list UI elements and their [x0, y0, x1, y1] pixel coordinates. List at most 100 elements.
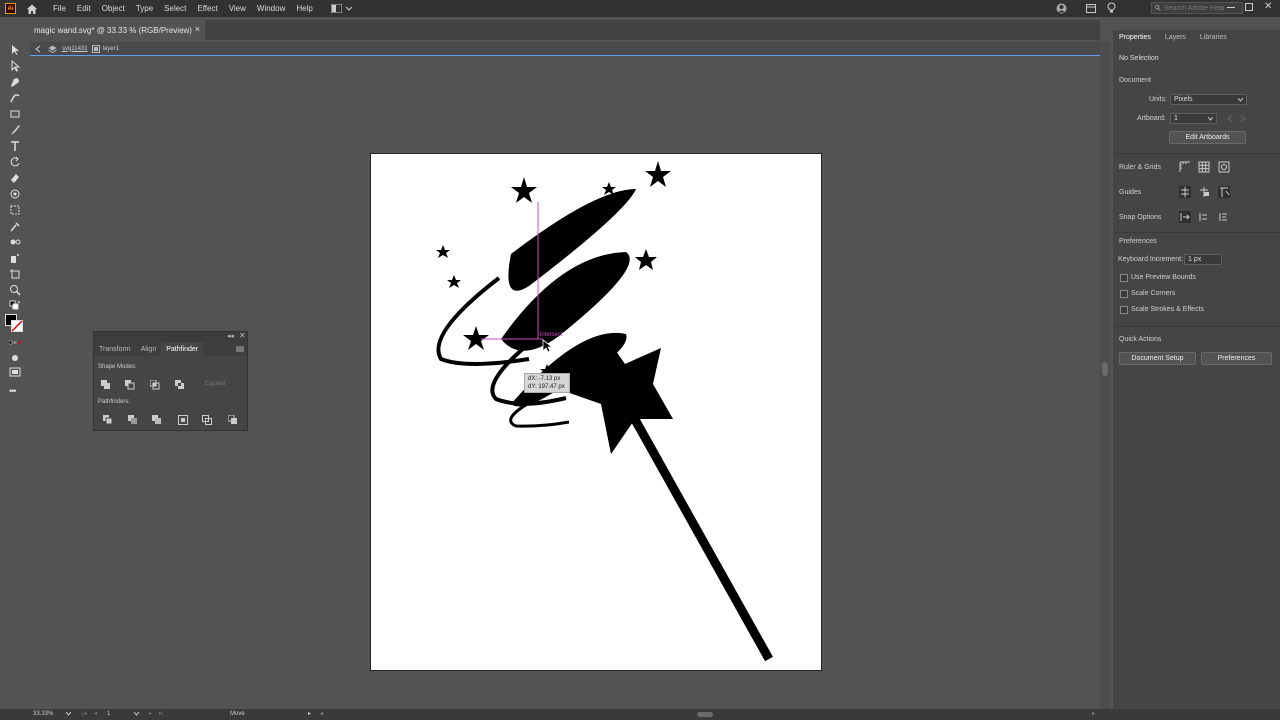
- maximize-button[interactable]: [1245, 3, 1253, 11]
- drawing-modes-icon[interactable]: [9, 352, 21, 364]
- zoom-tool-icon[interactable]: [9, 284, 21, 296]
- exclude-icon[interactable]: [175, 380, 185, 390]
- warp-tool-icon[interactable]: [9, 188, 21, 200]
- eyedropper-tool-icon[interactable]: [9, 220, 21, 232]
- transparency-grid-icon[interactable]: [1218, 161, 1230, 173]
- previous-artboard-icon[interactable]: [1227, 115, 1233, 122]
- rotate-tool-icon[interactable]: [9, 156, 21, 168]
- screen-mode-icon[interactable]: [9, 366, 21, 378]
- free-transform-tool-icon[interactable]: [9, 204, 21, 216]
- grid-icon[interactable]: [1198, 161, 1210, 173]
- search-field[interactable]: [1151, 2, 1243, 14]
- show-guides-icon[interactable]: [1179, 186, 1191, 198]
- edit-artboards-button[interactable]: Edit Artboards: [1169, 131, 1246, 144]
- user-account-icon[interactable]: [1056, 3, 1067, 14]
- scale-corners-checkbox[interactable]: [1120, 290, 1128, 298]
- outline-icon[interactable]: [202, 415, 212, 425]
- tab-layers[interactable]: Layers: [1165, 34, 1186, 41]
- tab-libraries[interactable]: Libraries: [1200, 34, 1227, 41]
- lightbulb-icon[interactable]: [1107, 2, 1116, 14]
- first-artboard-icon[interactable]: |◂: [82, 710, 87, 717]
- back-arrow-icon[interactable]: [34, 45, 42, 53]
- curvature-tool-icon[interactable]: [9, 92, 21, 104]
- scroll-right-icon[interactable]: ▸: [1092, 710, 1095, 717]
- trim-icon[interactable]: [128, 415, 138, 425]
- arrange-documents-icon[interactable]: [1086, 4, 1096, 13]
- prev-artboard-icon[interactable]: ◂: [94, 710, 97, 717]
- menu-window[interactable]: Window: [257, 4, 285, 13]
- close-tab-button[interactable]: ×: [195, 24, 200, 34]
- close-window-button[interactable]: ✕: [1264, 1, 1272, 12]
- rulers-icon[interactable]: [1179, 161, 1191, 173]
- merge-icon[interactable]: [152, 415, 162, 425]
- divide-icon[interactable]: [103, 415, 113, 425]
- snap-to-glyph-icon[interactable]: [1218, 211, 1230, 223]
- minus-front-icon[interactable]: [125, 380, 135, 390]
- menu-file[interactable]: File: [53, 4, 66, 13]
- rectangle-tool-icon[interactable]: [9, 108, 21, 120]
- selection-tool-icon[interactable]: [9, 44, 21, 56]
- snap-to-pixel-icon[interactable]: [1198, 211, 1210, 223]
- chevron-down-icon[interactable]: [66, 712, 71, 716]
- stroke-none-swatch[interactable]: [11, 320, 23, 332]
- minus-back-icon[interactable]: [228, 415, 238, 425]
- tab-transform[interactable]: Transform: [94, 346, 136, 353]
- artboard-select[interactable]: 1: [1170, 113, 1217, 124]
- keyboard-increment-field[interactable]: 1 px: [1184, 254, 1222, 265]
- type-tool-icon[interactable]: [9, 140, 21, 152]
- use-preview-bounds-checkbox[interactable]: [1120, 274, 1128, 282]
- minimize-button[interactable]: [1227, 7, 1235, 8]
- menu-object[interactable]: Object: [102, 4, 125, 13]
- last-artboard-icon[interactable]: ▸|: [159, 710, 164, 717]
- units-select[interactable]: Pixels: [1170, 94, 1247, 105]
- tab-align[interactable]: Align: [136, 346, 162, 353]
- isolation-layer-item[interactable]: layer1: [103, 46, 119, 52]
- artboard-number[interactable]: 1: [107, 711, 110, 717]
- artboard-tool-icon[interactable]: [9, 268, 21, 280]
- intersect-icon[interactable]: [150, 380, 160, 390]
- color-mode-icons[interactable]: [9, 338, 21, 350]
- menu-type[interactable]: Type: [136, 4, 153, 13]
- document-tab[interactable]: magic wand.svg* @ 33.33 % (RGB/Preview) …: [30, 20, 205, 40]
- panel-menu-icon[interactable]: [236, 346, 244, 352]
- next-artboard-icon[interactable]: [1240, 115, 1246, 122]
- symbol-sprayer-tool-icon[interactable]: [9, 252, 21, 264]
- zoom-level[interactable]: 33.33%: [33, 711, 53, 717]
- menu-effect[interactable]: Effect: [197, 4, 217, 13]
- next-artboard-icon[interactable]: ▸: [149, 710, 152, 717]
- workspace-switcher[interactable]: [330, 4, 353, 14]
- home-icon[interactable]: [26, 3, 38, 15]
- crop-icon[interactable]: [178, 415, 188, 425]
- tab-pathfinder[interactable]: Pathfinder: [161, 342, 204, 356]
- menu-select[interactable]: Select: [164, 4, 186, 13]
- horizontal-scroll-thumb[interactable]: [697, 712, 713, 717]
- menu-help[interactable]: Help: [296, 4, 312, 13]
- vertical-scroll-thumb[interactable]: [1102, 362, 1108, 376]
- expand-button[interactable]: Expand: [205, 381, 225, 387]
- close-panel-button[interactable]: ✕: [239, 331, 246, 340]
- collapse-panel-icon[interactable]: ◂◂: [227, 332, 234, 340]
- blend-tool-icon[interactable]: [9, 236, 21, 248]
- default-colors-icon[interactable]: [9, 300, 21, 312]
- isolation-path-item[interactable]: svg11431: [62, 46, 88, 52]
- preferences-button[interactable]: Preferences: [1201, 352, 1272, 365]
- unite-icon[interactable]: [101, 380, 111, 390]
- scroll-left-icon[interactable]: ◂: [320, 710, 323, 717]
- edit-toolbar-button[interactable]: •••: [9, 386, 17, 396]
- panel-header[interactable]: ◂◂ ✕: [94, 331, 247, 342]
- make-guides-icon[interactable]: [1218, 186, 1230, 198]
- eraser-tool-icon[interactable]: [9, 172, 21, 184]
- scale-strokes-effects-checkbox[interactable]: [1120, 306, 1128, 314]
- chevron-down-icon[interactable]: [134, 712, 139, 716]
- paintbrush-tool-icon[interactable]: [9, 124, 21, 136]
- vertical-scrollbar[interactable]: [1100, 42, 1110, 709]
- status-menu-icon[interactable]: ▸: [308, 710, 311, 717]
- snap-to-point-icon[interactable]: [1179, 211, 1191, 223]
- pen-tool-icon[interactable]: [9, 76, 21, 88]
- direct-selection-tool-icon[interactable]: [9, 60, 21, 72]
- tab-properties[interactable]: Properties: [1119, 34, 1151, 41]
- lock-guides-icon[interactable]: [1198, 186, 1210, 198]
- document-setup-button[interactable]: Document Setup: [1119, 352, 1196, 365]
- menu-edit[interactable]: Edit: [77, 4, 91, 13]
- menu-view[interactable]: View: [229, 4, 246, 13]
